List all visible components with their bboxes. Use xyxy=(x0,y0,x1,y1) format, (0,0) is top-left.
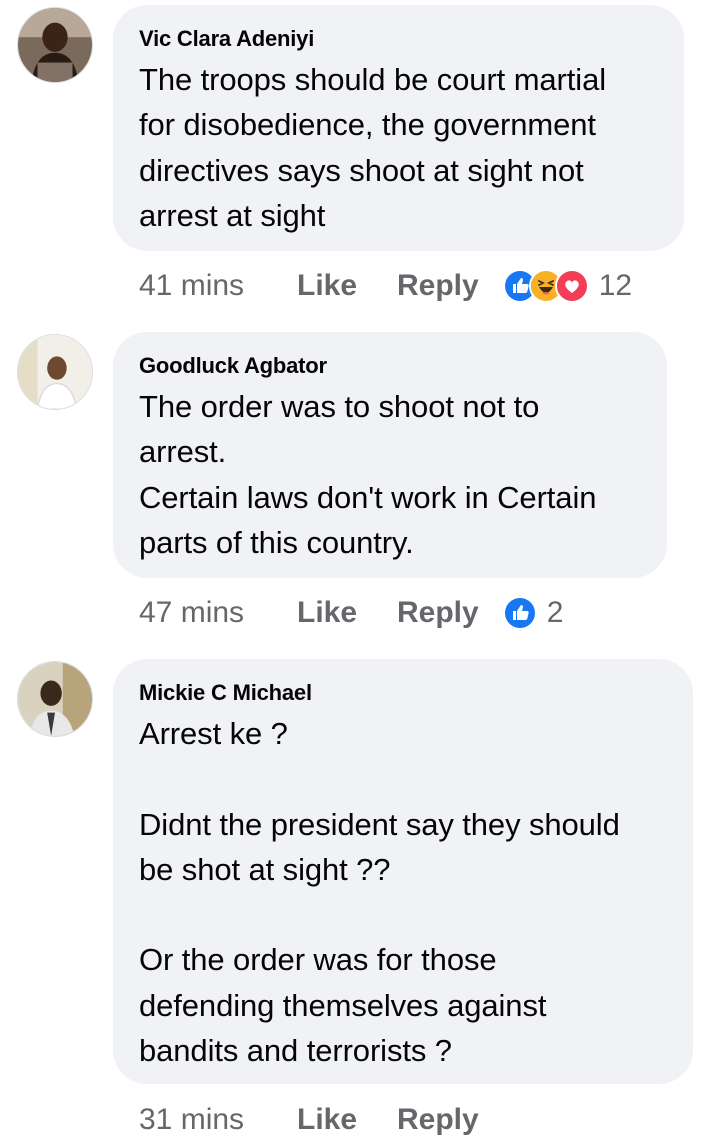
reactions-summary[interactable]: 12 xyxy=(502,269,633,303)
avatar[interactable] xyxy=(17,334,93,410)
like-button[interactable]: Like xyxy=(297,1103,397,1137)
comment-actions: 47 mins Like Reply 2 xyxy=(139,593,563,633)
like-button[interactable]: Like xyxy=(297,269,397,303)
avatar[interactable] xyxy=(17,7,93,83)
like-icon xyxy=(502,596,537,630)
comment-timestamp[interactable]: 31 mins xyxy=(139,1103,297,1137)
reply-button[interactable]: Reply xyxy=(397,269,479,303)
comment-author[interactable]: Mickie C Michael xyxy=(139,679,669,707)
comment-author[interactable]: Vic Clara Adeniyi xyxy=(139,25,660,53)
reaction-count: 2 xyxy=(546,596,564,629)
comment-bubble: Vic Clara Adeniyi The troops should be c… xyxy=(113,5,684,251)
comment-timestamp[interactable]: 47 mins xyxy=(139,596,297,630)
reactions-summary[interactable]: 2 xyxy=(502,596,564,630)
comment-actions: 41 mins Like Reply 12 xyxy=(139,266,632,306)
comment-text: The order was to shoot not to arrest. Ce… xyxy=(139,389,597,560)
like-button[interactable]: Like xyxy=(297,596,397,630)
comment-author[interactable]: Goodluck Agbator xyxy=(139,352,643,380)
comment-text: The troops should be court martial for d… xyxy=(139,62,607,233)
comment-bubble: Goodluck Agbator The order was to shoot … xyxy=(113,332,667,578)
reaction-count: 12 xyxy=(598,269,633,302)
comment-timestamp[interactable]: 41 mins xyxy=(139,269,297,303)
comment-bubble: Mickie C Michael Arrest ke ? Didnt the p… xyxy=(113,659,693,1084)
avatar[interactable] xyxy=(17,661,93,737)
comment-text: Arrest ke ? Didnt the president say they… xyxy=(139,716,620,1069)
reply-button[interactable]: Reply xyxy=(397,1103,479,1137)
love-icon xyxy=(554,269,589,303)
comment-actions: 31 mins Like Reply xyxy=(139,1100,503,1140)
reply-button[interactable]: Reply xyxy=(397,596,479,630)
